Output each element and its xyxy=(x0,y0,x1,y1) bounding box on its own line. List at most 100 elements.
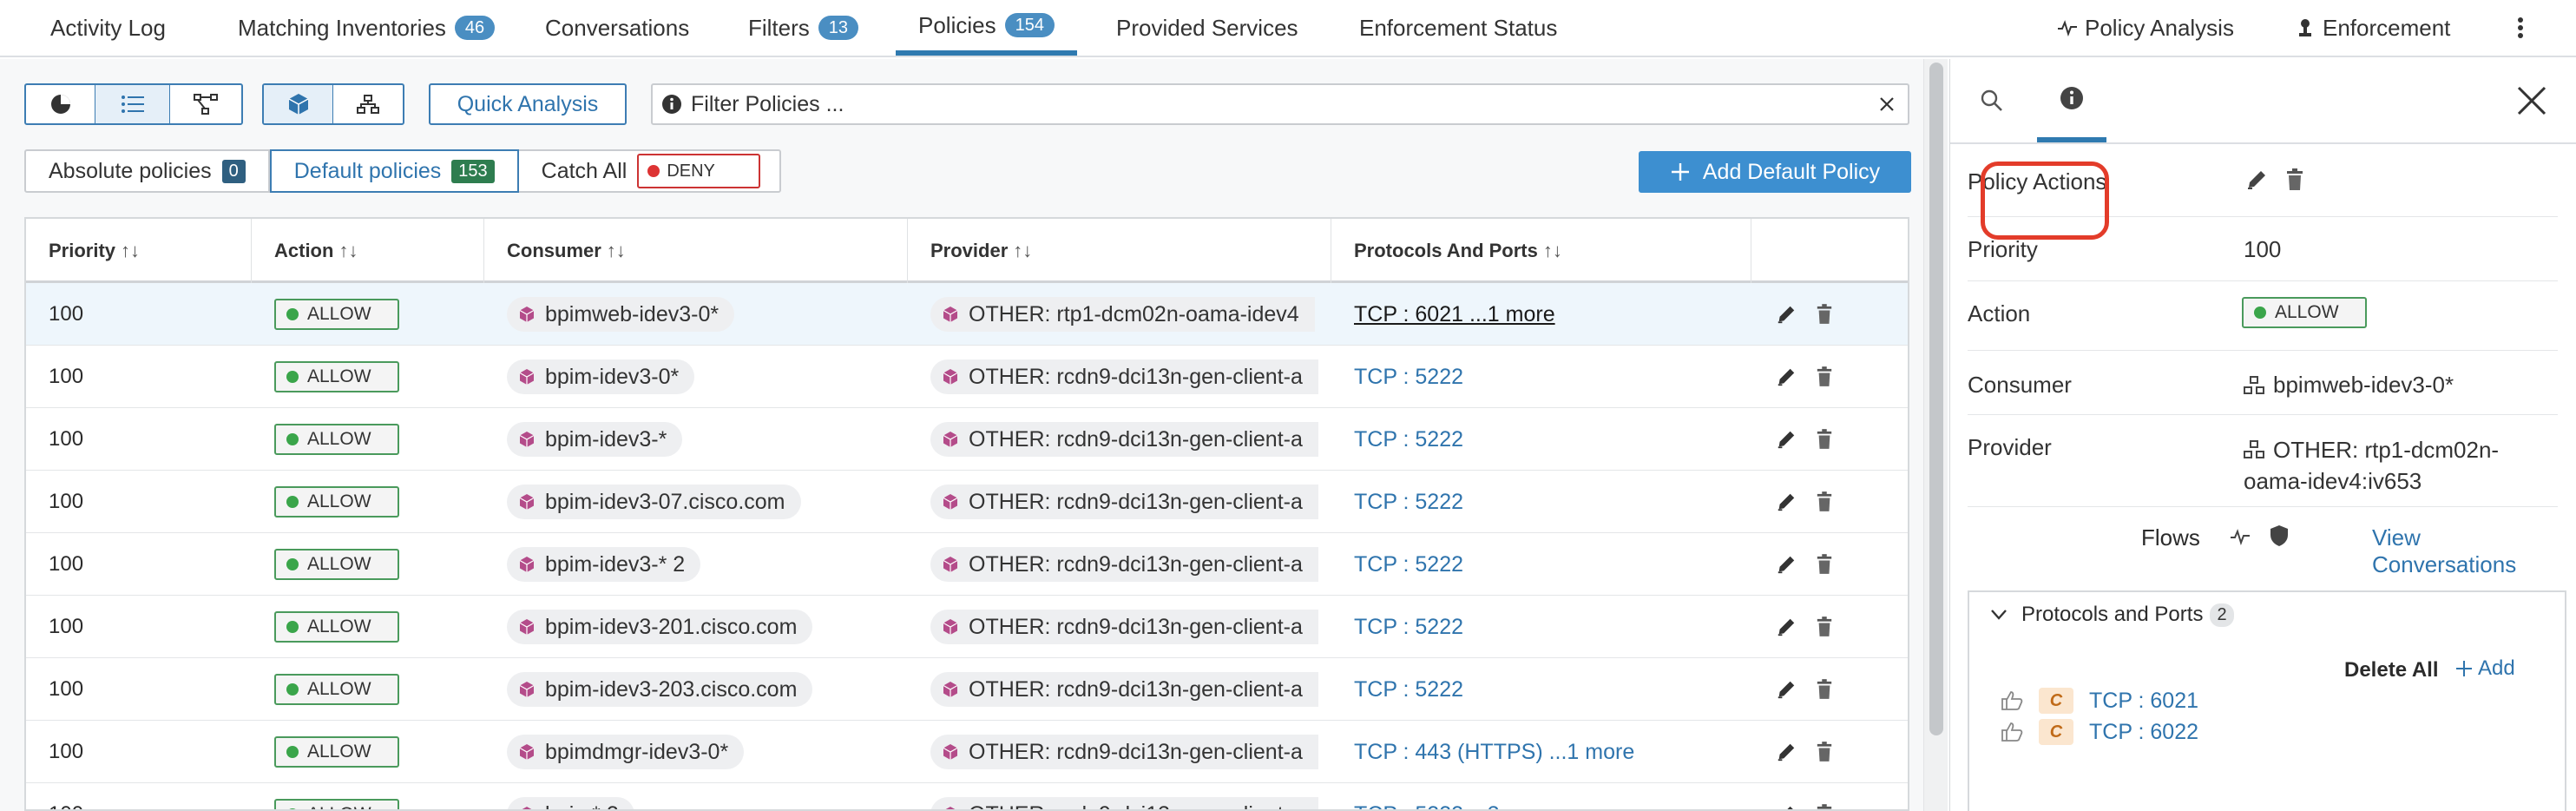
delete-policy-icon[interactable] xyxy=(2285,168,2304,191)
table-row[interactable]: 100 ALLOW bpim-idev3-201.cisco.com OTHER: r… xyxy=(26,596,1908,658)
delete-icon[interactable] xyxy=(1816,491,1833,512)
table-row[interactable]: 100 ALLOW bpim-idev3-* OTHER: rcdn9-dci13n-… xyxy=(26,408,1908,471)
tab-activity-log[interactable]: Activity Log xyxy=(50,0,166,56)
ports-link[interactable]: TCP : 5222 ...3 more xyxy=(1354,802,1555,810)
consumer-chip[interactable]: bpim-idev3-* 2 xyxy=(507,547,701,582)
table-scrollbar[interactable] xyxy=(1923,59,1948,811)
edit-icon[interactable] xyxy=(1776,491,1797,512)
catch-all-deny-select[interactable]: DENY xyxy=(637,154,761,188)
delete-icon[interactable] xyxy=(1816,804,1833,811)
tab-search[interactable] xyxy=(1957,59,2027,142)
chart-view-button[interactable] xyxy=(26,85,95,123)
catch-all-tab[interactable]: Catch All DENY xyxy=(519,151,780,191)
edit-icon[interactable] xyxy=(1776,679,1797,700)
quick-analysis-button[interactable]: Quick Analysis xyxy=(429,83,627,125)
table-row[interactable]: 100 ALLOW bpim-idev3-* 2 OTHER: rcdn9-dci13… xyxy=(26,533,1908,596)
tab-provided-services[interactable]: Provided Services xyxy=(1116,0,1298,56)
tab-filters[interactable]: Filters 13 xyxy=(748,0,859,56)
consumer-chip[interactable]: bpim* 2 xyxy=(507,797,634,809)
scrollbar-thumb[interactable] xyxy=(1929,63,1943,735)
ports-link[interactable]: TCP : 5222 xyxy=(1354,552,1463,577)
edit-icon[interactable] xyxy=(1776,366,1797,387)
table-row[interactable]: 100 ALLOW bpim* 2 OTHER: rcdn9-dci13n-gen-c… xyxy=(26,783,1908,811)
edit-icon[interactable] xyxy=(1776,554,1797,575)
default-policies-tab[interactable]: Default policies 153 xyxy=(269,149,519,193)
consumer-chip[interactable]: bpim-idev3-* xyxy=(507,422,683,457)
provider-chip[interactable]: OTHER: rcdn9-dci13n-gen-client-a xyxy=(930,359,1318,394)
policy-analysis-link[interactable]: Policy Analysis xyxy=(2057,0,2234,56)
table-row[interactable]: 100 ALLOW bpim-idev3-07.cisco.com OTHER: rc… xyxy=(26,471,1908,533)
edit-icon[interactable] xyxy=(1776,429,1797,450)
enforcement-link[interactable]: Enforcement xyxy=(2295,0,2450,56)
protocols-panel-header[interactable]: Protocols and Ports 2 xyxy=(1990,603,2234,627)
ports-link[interactable]: TCP : 443 (HTTPS) ...1 more xyxy=(1354,740,1634,765)
edit-icon[interactable] xyxy=(1776,304,1797,325)
hierarchy-view-button[interactable] xyxy=(333,85,403,123)
add-port-button[interactable]: Add xyxy=(2455,656,2515,681)
consumer-chip[interactable]: bpimdmgr-idev3-0* xyxy=(507,735,745,769)
provider-value[interactable]: OTHER: rtp1-dcm02n- oama-idev4:iv653 xyxy=(2244,434,2499,497)
table-row[interactable]: 100 ALLOW bpim-idev3-203.cisco.com OTHER: r… xyxy=(26,658,1908,721)
delete-icon[interactable] xyxy=(1816,554,1833,575)
table-row[interactable]: 100 ALLOW bpimdmgr-idev3-0* OTHER: rcdn9-dc… xyxy=(26,721,1908,783)
ports-link[interactable]: TCP : 5222 xyxy=(1354,490,1463,515)
close-panel-button[interactable] xyxy=(2516,85,2547,121)
provider-chip[interactable]: OTHER: rcdn9-dci13n-gen-client-a xyxy=(930,547,1318,582)
scope-view-button[interactable] xyxy=(264,85,334,123)
thumbs-up-icon[interactable] xyxy=(2001,722,2023,742)
col-priority[interactable]: Priority ↑↓ xyxy=(26,219,252,283)
thumbs-up-icon[interactable] xyxy=(2001,690,2023,711)
table-row[interactable]: 100 ALLOW bpim-idev3-0* OTHER: rcdn9-dci13n… xyxy=(26,346,1908,408)
add-default-policy-button[interactable]: Add Default Policy xyxy=(1639,151,1911,193)
shield-icon[interactable] xyxy=(2270,524,2289,547)
provider-chip[interactable]: OTHER: rcdn9-dci13n-gen-client-a xyxy=(930,422,1318,457)
edit-icon[interactable] xyxy=(1776,804,1797,811)
delete-icon[interactable] xyxy=(1816,366,1833,387)
provider-chip[interactable]: OTHER: rcdn9-dci13n-gen-client-a xyxy=(930,672,1318,707)
provider-chip[interactable]: OTHER: rcdn9-dci13n-gen-client-a xyxy=(930,735,1318,769)
edit-policy-icon[interactable] xyxy=(2245,168,2268,191)
provider-chip[interactable]: OTHER: rcdn9-dci13n-gen-client-a xyxy=(930,610,1318,644)
tab-policies[interactable]: Policies 154 xyxy=(896,0,1077,56)
view-conversations-link[interactable]: View Conversations xyxy=(2372,524,2558,578)
consumer-chip[interactable]: bpim-idev3-203.cisco.com xyxy=(507,672,813,707)
col-consumer[interactable]: Consumer ↑↓ xyxy=(484,219,908,283)
col-protocols[interactable]: Protocols And Ports ↑↓ xyxy=(1331,219,1751,283)
absolute-policies-tab[interactable]: Absolute policies 0 xyxy=(26,151,270,191)
port-link[interactable]: TCP : 6022 xyxy=(2089,720,2198,745)
tab-conversations[interactable]: Conversations xyxy=(545,0,689,56)
provider-chip[interactable]: OTHER: rcdn9-dci13n-gen-client-a xyxy=(930,485,1318,519)
col-provider[interactable]: Provider ↑↓ xyxy=(908,219,1331,283)
delete-icon[interactable] xyxy=(1816,742,1833,762)
consumer-chip[interactable]: bpim-idev3-0* xyxy=(507,359,695,394)
delete-icon[interactable] xyxy=(1816,304,1833,325)
port-link[interactable]: TCP : 6021 xyxy=(2089,689,2198,714)
edit-icon[interactable] xyxy=(1776,616,1797,637)
more-menu-button[interactable] xyxy=(2517,0,2531,56)
ports-link[interactable]: TCP : 5222 xyxy=(1354,615,1463,640)
tab-enforcement-status[interactable]: Enforcement Status xyxy=(1359,0,1557,56)
ports-link[interactable]: TCP : 5222 xyxy=(1354,677,1463,702)
col-action[interactable]: Action ↑↓ xyxy=(252,219,484,283)
list-view-button[interactable] xyxy=(95,85,170,123)
consumer-value[interactable]: bpimweb-idev3-0* xyxy=(2244,372,2454,399)
ports-link[interactable]: TCP : 5222 xyxy=(1354,365,1463,390)
table-row[interactable]: 100 ALLOW bpimweb-idev3-0* OTHER: rtp1-dcm0… xyxy=(26,283,1908,346)
consumer-chip[interactable]: bpim-idev3-07.cisco.com xyxy=(507,485,801,519)
clear-filter-icon[interactable] xyxy=(1878,96,1896,113)
delete-icon[interactable] xyxy=(1816,429,1833,450)
filter-policies-input[interactable]: Filter Policies ... xyxy=(651,83,1909,125)
provider-chip[interactable]: OTHER: rtp1-dcm02n-oama-idev4 xyxy=(930,297,1315,332)
consumer-chip[interactable]: bpimweb-idev3-0* xyxy=(507,297,735,332)
consumer-chip[interactable]: bpim-idev3-201.cisco.com xyxy=(507,610,813,644)
ports-link[interactable]: TCP : 6021 ...1 more xyxy=(1354,302,1555,327)
tab-matching-inventories[interactable]: Matching Inventories 46 xyxy=(238,0,496,56)
pulse-icon[interactable] xyxy=(2230,528,2251,545)
tab-info[interactable] xyxy=(2037,59,2106,142)
provider-chip[interactable]: OTHER: rcdn9-dci13n-gen-client-a xyxy=(930,797,1318,809)
ports-link[interactable]: TCP : 5222 xyxy=(1354,427,1463,452)
graph-view-button[interactable] xyxy=(170,85,241,123)
delete-icon[interactable] xyxy=(1816,679,1833,700)
delete-all-button[interactable]: Delete All xyxy=(2344,658,2438,682)
edit-icon[interactable] xyxy=(1776,742,1797,762)
